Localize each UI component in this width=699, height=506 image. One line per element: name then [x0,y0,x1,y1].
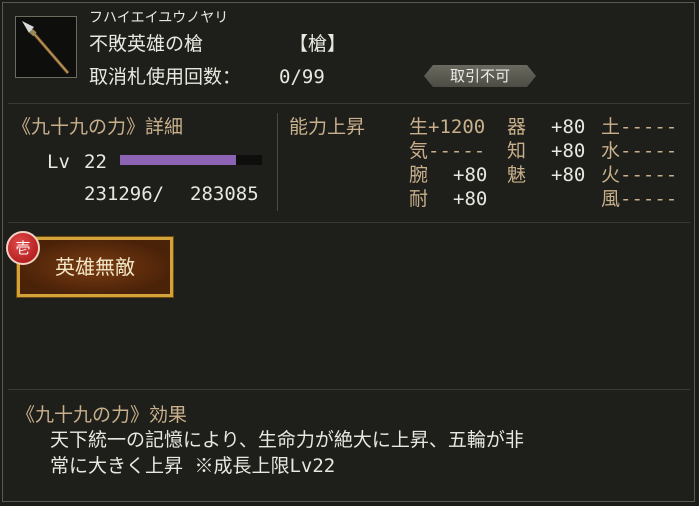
stats-title: 能力上昇 [289,116,366,138]
stat-ude-value: +80 [453,164,488,186]
item-name: 不敗英雄の槍 [89,33,204,55]
header-divider [8,103,690,104]
skill-label: 英雄無敵 [55,255,135,279]
effect-line-1: 天下統一の記憶により、生命力が絶大に上昇、五輪が非 [50,429,524,451]
item-type: 【槍】 [289,33,347,55]
usage-value: 0/99 [279,66,325,88]
stat-chi-value: +80 [551,140,586,162]
stat-tai-value: +80 [453,188,488,210]
detail-title: 《九十九の力》詳細 [12,116,184,138]
stat-mizu: 水----- [601,140,678,162]
detail-divider [8,222,690,223]
item-reading: フハイエイユウノヤリ [89,10,229,26]
stat-tsuchi: 土----- [601,116,678,138]
skill-card[interactable]: 英雄無敵 [17,237,173,297]
stats-separator [277,113,278,211]
stat-chi-label: 知 [507,140,527,162]
level-label: Lv [47,151,70,173]
effect-divider [8,389,690,390]
stat-kaze: 風----- [601,188,678,210]
exp-current: 231296/ [84,183,165,205]
effect-line-2: 常に大きく上昇 ※成長上限Lv22 [50,455,336,477]
stat-hi: 火----- [601,164,678,186]
stat-ki2: 気----- [409,140,486,162]
stat-mi-label: 魅 [507,164,527,186]
effect-title: 《九十九の力》効果 [16,404,188,426]
level-value: 22 [84,151,107,173]
exp-bar [120,155,262,165]
usage-label: 取消札使用回数： [89,66,242,88]
stat-mi-value: +80 [551,164,586,186]
skill-rank-tag: 壱 [6,231,40,265]
exp-max: 283085 [190,183,259,205]
stat-sei: 生+1200 [409,116,486,138]
spear-icon [15,16,77,78]
untradeable-badge: 取引不可 [424,65,536,87]
stat-ude-label: 腕 [409,164,429,186]
exp-bar-fill [120,155,236,165]
stat-ki-value: +80 [551,116,586,138]
stat-ki-label: 器 [507,116,527,138]
stat-tai-label: 耐 [409,188,429,210]
